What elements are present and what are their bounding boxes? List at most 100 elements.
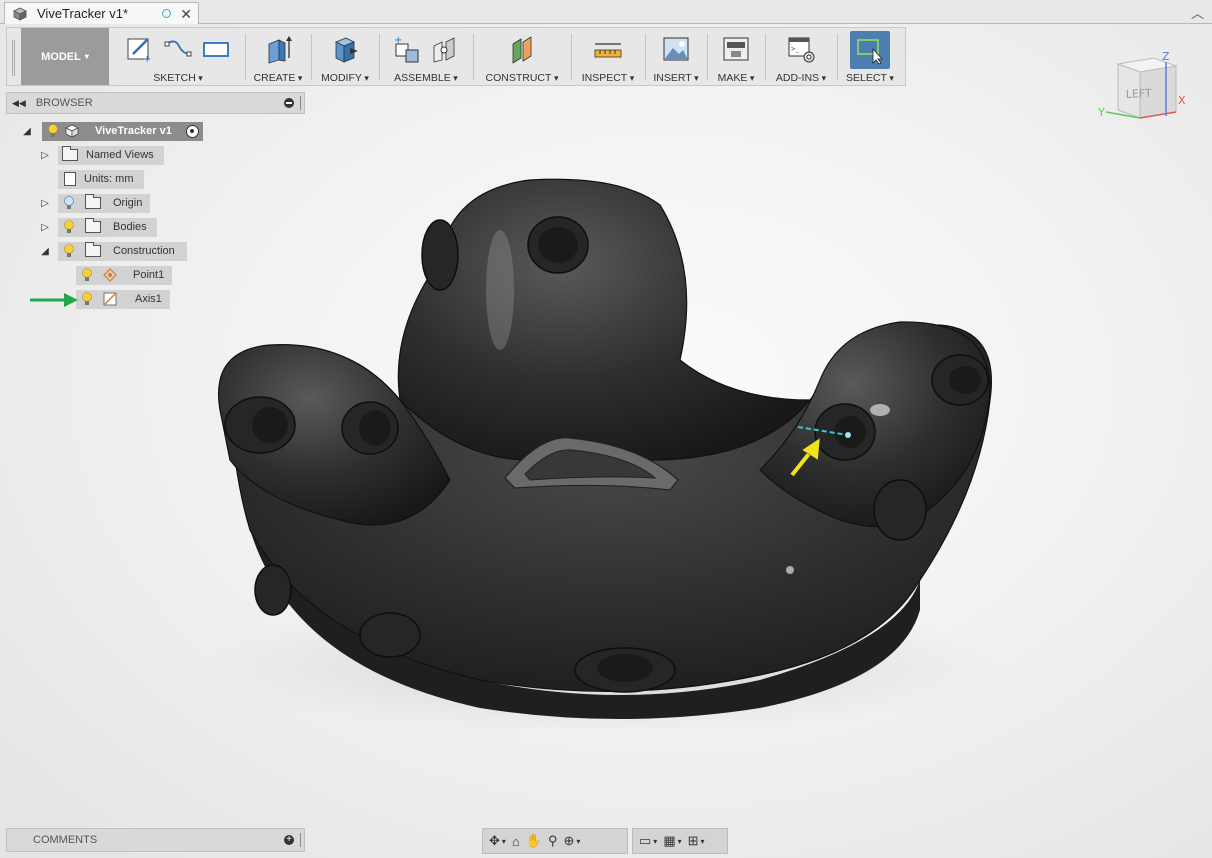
svg-text:+: + <box>394 35 402 46</box>
zoom-icon[interactable]: ⚲ <box>548 833 558 849</box>
sketch-label: SKETCH <box>113 72 243 84</box>
collapse-panel-icon[interactable]: ◀◀ <box>12 98 26 109</box>
navigation-toolbar: ✥ ▾ ⌂ ✋ ⚲ ⊕ ▾ <box>482 828 628 854</box>
rectangle-icon[interactable] <box>201 34 231 64</box>
tree-item-label: Bodies <box>113 221 147 233</box>
make-label: MAKE <box>709 72 763 84</box>
tree-item-label: Point1 <box>133 269 165 281</box>
tree-item-bodies[interactable]: ▷ Bodies <box>38 217 157 237</box>
root-pill[interactable]: ViveTracker v1 <box>42 121 203 141</box>
insert-group[interactable]: INSERT <box>647 28 705 85</box>
tree-item-point1[interactable]: Point1 <box>76 265 173 285</box>
expanded-triangle-icon[interactable]: ◢ <box>38 246 52 257</box>
sync-status-icon <box>162 9 172 18</box>
press-pull-icon[interactable] <box>330 34 360 64</box>
create-sketch-icon[interactable]: + <box>125 34 155 64</box>
3d-print-icon[interactable] <box>721 34 751 64</box>
folder-icon <box>85 218 101 233</box>
extrude-icon[interactable] <box>263 34 293 64</box>
display-toolbar: ▭ ▾ ▦ ▾ ⊞ ▾ <box>632 828 728 854</box>
lightbulb-icon[interactable] <box>81 292 93 306</box>
x-axis-label: X <box>1178 94 1186 107</box>
lightbulb-icon[interactable] <box>63 244 75 258</box>
insert-image-icon[interactable] <box>661 34 691 64</box>
modify-group[interactable]: MODIFY <box>313 28 377 85</box>
collapsed-triangle-icon[interactable]: ▷ <box>38 198 52 209</box>
tree-item-units[interactable]: Units: mm <box>38 169 144 189</box>
sketch-group[interactable]: + SKETCH <box>113 28 243 85</box>
tree-item-label: Axis1 <box>135 293 162 305</box>
tree-item-named-views[interactable]: ▷ Named Views <box>38 145 164 165</box>
measure-icon[interactable] <box>593 34 623 64</box>
inspect-label: INSPECT <box>573 72 643 84</box>
pan-hand-icon[interactable]: ✋ <box>526 833 542 849</box>
viewports-icon[interactable]: ⊞ <box>688 833 699 849</box>
vive-tracker-model[interactable] <box>200 160 1010 730</box>
comments-panel: COMMENTS + <box>6 828 305 852</box>
tree-item-axis1[interactable]: Axis1 <box>76 289 170 309</box>
fit-icon[interactable]: ⊕ <box>564 833 575 849</box>
tree-item-label: Construction <box>113 245 175 257</box>
folder-icon <box>62 146 78 161</box>
tree-item-construction[interactable]: ◢ Construction <box>38 241 187 261</box>
browser-header: ◀◀ BROWSER <box>6 92 305 114</box>
add-ins-label: ADD-INS <box>767 72 835 84</box>
green-arrow-annotation <box>30 293 78 307</box>
orbit-icon[interactable]: ✥ <box>489 833 500 849</box>
point1-marker[interactable] <box>845 432 851 438</box>
select-cursor-icon <box>857 39 883 65</box>
document-tab[interactable]: ViveTracker v1* ✕ <box>4 2 199 24</box>
select-button[interactable] <box>850 31 890 69</box>
point-icon <box>103 268 117 282</box>
pin-icon[interactable] <box>300 833 302 847</box>
scripts-icon[interactable]: >_ <box>786 34 816 64</box>
add-comment-icon[interactable]: + <box>284 835 294 845</box>
minimize-icon[interactable] <box>284 98 294 108</box>
create-label: CREATE <box>247 72 309 84</box>
collapsed-triangle-icon[interactable]: ▷ <box>38 222 52 233</box>
lightbulb-icon[interactable] <box>63 196 75 210</box>
insert-label: INSERT <box>647 72 705 84</box>
look-at-icon[interactable]: ⌂ <box>512 834 520 849</box>
tree-item-label: Units: mm <box>84 173 134 185</box>
dropdown-caret-icon: ▾ <box>84 52 89 61</box>
line-icon[interactable] <box>163 34 193 64</box>
make-group[interactable]: MAKE <box>709 28 763 85</box>
viewcube-face-label: LEFT <box>1125 87 1152 101</box>
folder-icon <box>85 242 101 257</box>
construct-label: CONSTRUCT <box>475 72 569 84</box>
svg-text:+: + <box>143 54 151 64</box>
collapsed-triangle-icon[interactable]: ▷ <box>38 150 52 161</box>
pin-icon[interactable] <box>300 96 302 110</box>
offset-plane-icon[interactable] <box>507 34 537 64</box>
comments-title: COMMENTS <box>33 834 98 846</box>
lightbulb-icon[interactable] <box>81 268 93 282</box>
joint-icon[interactable] <box>430 34 460 64</box>
inspect-group[interactable]: INSPECT <box>573 28 643 85</box>
display-settings-icon[interactable]: ▭ <box>639 833 651 849</box>
z-axis-label: Z <box>1162 50 1170 63</box>
tree-item-label: Origin <box>113 197 143 209</box>
collapse-chevron-icon[interactable]: ︿ <box>1191 3 1204 22</box>
workspace-switcher[interactable]: MODEL ▾ <box>21 28 109 85</box>
new-component-icon[interactable]: + <box>392 34 422 64</box>
close-tab-icon[interactable]: ✕ <box>180 7 192 21</box>
select-group[interactable]: SELECT <box>839 28 901 85</box>
activate-target-icon[interactable] <box>185 124 199 138</box>
tree-item-origin[interactable]: ▷ Origin <box>38 193 151 213</box>
y-axis-label: Y <box>1097 106 1105 119</box>
grid-icon[interactable]: ▦ <box>663 833 675 849</box>
tree-root[interactable]: ◢ ViveTracker v1 <box>20 121 203 141</box>
root-label: ViveTracker v1 <box>95 125 172 137</box>
lightbulb-icon[interactable] <box>63 220 75 234</box>
add-ins-group[interactable]: >_ ADD-INS <box>767 28 835 85</box>
toolbar-grip[interactable] <box>12 40 15 76</box>
tree-item-label: Named Views <box>86 149 154 161</box>
construct-group[interactable]: CONSTRUCT <box>475 28 569 85</box>
lightbulb-icon[interactable] <box>47 124 59 138</box>
svg-text:>_: >_ <box>791 45 800 53</box>
create-group[interactable]: CREATE <box>247 28 309 85</box>
assemble-group[interactable]: + ASSEMBLE <box>381 28 471 85</box>
expanded-triangle-icon[interactable]: ◢ <box>20 126 34 137</box>
view-cube[interactable]: LEFT X Y Z <box>1096 48 1191 128</box>
